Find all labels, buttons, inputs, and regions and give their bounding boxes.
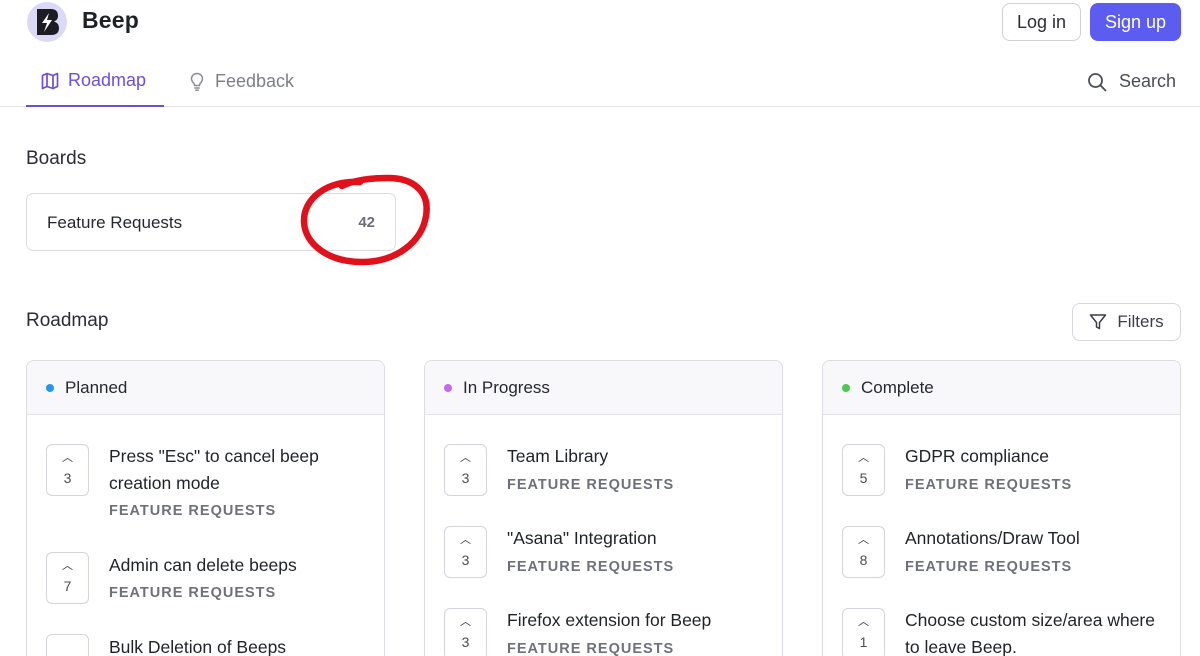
item-title[interactable]: Press "Esc" to cancel beep creation mode xyxy=(109,443,359,497)
search-button[interactable]: Search xyxy=(1087,56,1176,107)
upvote-button[interactable]: ︿ 3 xyxy=(444,526,487,578)
item-title[interactable]: GDPR compliance xyxy=(905,443,1155,470)
filters-button[interactable]: Filters xyxy=(1072,303,1181,341)
lightbulb-icon xyxy=(190,72,204,91)
vote-count: 3 xyxy=(63,470,72,486)
upvote-button[interactable]: ︿ 8 xyxy=(842,526,885,578)
item-title[interactable]: "Asana" Integration xyxy=(507,525,757,552)
item-board-tag: FEATURE REQUESTS xyxy=(507,641,675,656)
chevron-up-icon: ︿ xyxy=(62,560,73,572)
item-board-tag: FEATURE REQUESTS xyxy=(109,585,277,601)
tab-roadmap-label: Roadmap xyxy=(68,70,147,90)
item-title[interactable]: Admin can delete beeps xyxy=(109,552,359,579)
chevron-up-icon: ︿ xyxy=(460,452,471,464)
chevron-up-icon: ︿ xyxy=(858,616,869,628)
main-nav: Roadmap Feedback Search xyxy=(0,56,1200,107)
status-dot xyxy=(46,383,54,392)
column-title: In Progress xyxy=(463,377,550,397)
item-board-tag: FEATURE REQUESTS xyxy=(507,477,675,493)
filter-icon xyxy=(1090,314,1107,330)
upvote-button[interactable]: ︿ 7 xyxy=(46,552,89,604)
roadmap-column-planned: Planned ︿ 3 Press "Esc" to cancel beep c… xyxy=(26,360,385,656)
roadmap-column-complete: Complete ︿ 5 GDPR compliance FEATURE REQ… xyxy=(822,360,1181,656)
search-label: Search xyxy=(1119,71,1177,91)
item-title[interactable]: Team Library xyxy=(507,443,757,470)
tab-feedback[interactable]: Feedback xyxy=(188,56,294,107)
vote-count: 5 xyxy=(859,470,868,486)
column-title: Complete xyxy=(861,377,934,397)
roadmap-column-in-progress: In Progress ︿ 3 Team Library FEATURE REQ… xyxy=(424,360,783,656)
vote-count: 1 xyxy=(859,634,868,650)
chevron-up-icon: ︿ xyxy=(460,534,471,546)
board-name: Feature Requests xyxy=(47,213,183,232)
chevron-up-icon: ︿ xyxy=(62,650,73,656)
vote-count: 8 xyxy=(859,552,868,568)
map-icon xyxy=(41,72,59,89)
vote-count: 3 xyxy=(461,552,470,568)
tab-roadmap[interactable]: Roadmap xyxy=(26,56,164,107)
brand-name: Beep xyxy=(82,7,140,33)
filters-label: Filters xyxy=(1117,312,1164,331)
upvote-button[interactable]: ︿ xyxy=(46,634,89,656)
chevron-up-icon: ︿ xyxy=(62,452,73,464)
chevron-up-icon: ︿ xyxy=(858,452,869,464)
item-title[interactable]: Choose custom size/area where to leave B… xyxy=(905,607,1155,656)
vote-count: 3 xyxy=(461,470,470,486)
chevron-up-icon: ︿ xyxy=(858,534,869,546)
brand-logo[interactable] xyxy=(27,2,67,42)
chevron-up-icon: ︿ xyxy=(460,616,471,628)
search-icon xyxy=(1088,72,1107,91)
item-board-tag: FEATURE REQUESTS xyxy=(905,559,1073,575)
bolt-logo-icon xyxy=(37,9,59,35)
status-dot xyxy=(842,383,850,392)
item-board-tag: FEATURE REQUESTS xyxy=(109,503,277,519)
boards-heading: Boards xyxy=(26,148,87,169)
column-title: Planned xyxy=(65,377,128,397)
column-header: In Progress xyxy=(425,361,782,415)
upvote-button[interactable]: ︿ 5 xyxy=(842,444,885,496)
vote-count: 3 xyxy=(461,634,470,650)
column-header: Complete xyxy=(823,361,1180,415)
signup-button[interactable]: Sign up xyxy=(1090,3,1181,41)
item-title[interactable]: Annotations/Draw Tool xyxy=(905,525,1155,552)
item-title[interactable]: Bulk Deletion of Beeps xyxy=(109,634,359,656)
login-button[interactable]: Log in xyxy=(1002,3,1081,41)
roadmap-heading: Roadmap xyxy=(26,310,109,331)
upvote-button[interactable]: ︿ 3 xyxy=(444,608,487,656)
vote-count: 7 xyxy=(63,578,72,594)
red-circle-annotation xyxy=(300,174,430,266)
item-title[interactable]: Firefox extension for Beep xyxy=(507,607,757,634)
item-board-tag: FEATURE REQUESTS xyxy=(507,559,675,575)
upvote-button[interactable]: ︿ 1 xyxy=(842,608,885,656)
upvote-button[interactable]: ︿ 3 xyxy=(444,444,487,496)
item-board-tag: FEATURE REQUESTS xyxy=(905,477,1073,493)
upvote-button[interactable]: ︿ 3 xyxy=(46,444,89,496)
tab-feedback-label: Feedback xyxy=(215,71,295,91)
column-header: Planned xyxy=(27,361,384,415)
status-dot xyxy=(444,383,452,392)
